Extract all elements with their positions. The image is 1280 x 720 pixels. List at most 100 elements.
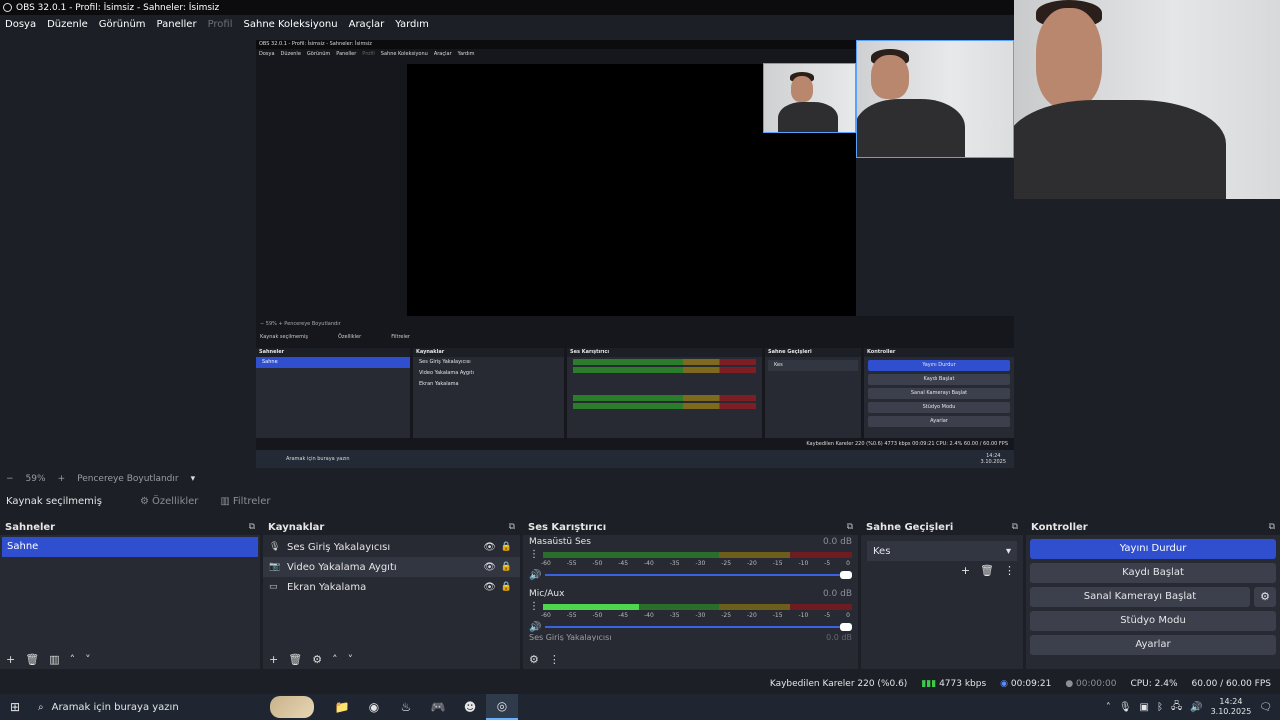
source-toolbar: Kaynak seçilmemiş ⚙ Özellikler ▥ Filtrel… (0, 489, 1280, 513)
stop-stream-button[interactable]: Yayını Durdur (1030, 539, 1276, 559)
mixer-menu-icon[interactable]: ⋮ (549, 653, 560, 666)
windows-start-icon[interactable]: ⊞ (0, 700, 30, 714)
menu-view[interactable]: Görünüm (99, 19, 146, 30)
zoom-in-button[interactable]: + (58, 474, 66, 484)
obs-taskbar-icon[interactable]: ◎ (486, 694, 518, 720)
cpu-usage: CPU: 2.4% (1130, 679, 1178, 689)
mixer-channel-mic: Mic/Aux 0.0 dB ⋮ -60 -55 -50 -45 -40 -35 -30 -2… (529, 587, 852, 633)
meter-ticks: -60 -55 -50 -45 -40 -35 -30 -25 -20 -15 -10 -5 0 (541, 560, 850, 567)
stream-time: ◉ 00:09:21 (1000, 679, 1052, 689)
mixer-title: Ses Karıştırıcı (528, 521, 607, 533)
chevron-down-icon[interactable]: ▾ (191, 474, 196, 484)
nvidia-icon[interactable]: ▣ (1140, 702, 1149, 713)
source-item[interactable]: ▭ Ekran Yakalama 👁 🔒 (263, 577, 520, 597)
filters-button[interactable]: ▥ Filtreler (220, 496, 270, 507)
tray-expand-icon[interactable]: ˄ (1106, 702, 1111, 713)
move-up-icon[interactable]: ˄ (70, 653, 76, 666)
taskbar-clock[interactable]: 14:24 3.10.2025 (1211, 697, 1252, 717)
search-highlight-art (270, 696, 314, 718)
eye-icon[interactable]: 👁 (483, 582, 496, 593)
studio-mode-button[interactable]: Stüdyo Modu (1030, 611, 1276, 631)
lock-icon[interactable]: 🔒 (501, 542, 512, 552)
trash-icon[interactable]: 🗑 (25, 653, 39, 666)
undock-icon[interactable]: ⧉ (1012, 522, 1018, 532)
source-item[interactable]: 📷 Video Yakalama Aygıtı 👁 🔒 (263, 557, 520, 577)
nested-menu-item: Profil (362, 51, 375, 57)
transitions-title: Sahne Geçişleri (866, 521, 954, 533)
menu-file[interactable]: Dosya (5, 19, 36, 30)
gear-icon[interactable]: ⚙ (1254, 587, 1276, 607)
settings-button[interactable]: Ayarlar (1030, 635, 1276, 655)
virtual-cam-row: Sanal Kamerayı Başlat ⚙ (1030, 587, 1276, 607)
menu-tools[interactable]: Araçlar (349, 19, 385, 30)
bluetooth-icon[interactable]: ᛒ (1157, 702, 1163, 713)
mixer-toolbar: ⚙ ⋮ (523, 649, 858, 669)
mixer-settings-icon[interactable]: ⚙ (529, 653, 539, 666)
menu-scene-collection[interactable]: Sahne Koleksiyonu (244, 19, 338, 30)
filter-icon[interactable]: ▥ (49, 653, 59, 666)
trash-icon[interactable]: 🗑 (980, 564, 994, 577)
notifications-icon[interactable]: 🗨 (1259, 702, 1272, 713)
channel-db: 0.0 dB (822, 589, 852, 599)
transition-dropdown[interactable]: Kes ▾ (867, 541, 1017, 561)
chrome-icon[interactable]: ◉ (358, 694, 390, 720)
eye-icon[interactable]: 👁 (483, 562, 496, 573)
eye-icon[interactable]: 👁 (483, 542, 496, 553)
lock-icon[interactable]: 🔒 (501, 562, 512, 572)
trash-icon[interactable]: 🗑 (288, 653, 302, 666)
source-label: Ses Giriş Yakalayıcısı (287, 541, 391, 553)
add-icon[interactable]: + (269, 653, 278, 666)
broadcast-icon: ◉ (1000, 679, 1009, 689)
menu-profile: Profil (207, 18, 233, 30)
lock-icon[interactable]: 🔒 (501, 582, 512, 592)
gear-icon[interactable]: ⚙ (312, 653, 322, 666)
undock-icon[interactable]: ⧉ (249, 522, 255, 532)
start-recording-button[interactable]: Kaydı Başlat (1030, 563, 1276, 583)
game-app-icon[interactable]: 🎮 (422, 694, 454, 720)
properties-button[interactable]: ⚙ Özellikler (140, 496, 198, 507)
webcam-preview-large (1014, 0, 1280, 199)
mixer-channel-partial: Ses Giriş Yakalayıcısı 0.0 dB (529, 633, 852, 641)
undock-icon[interactable]: ⧉ (509, 522, 515, 532)
preview-zoom-row: − 59% + Pencereye Boyutlandır ▾ (0, 472, 195, 486)
more-icon[interactable]: ⋮ (1004, 564, 1015, 577)
add-icon[interactable]: + (961, 564, 970, 577)
network-icon[interactable]: 🖧 (1171, 699, 1182, 716)
filters-label: Filtreler (232, 495, 271, 507)
menu-docks[interactable]: Paneller (157, 19, 197, 30)
menu-edit[interactable]: Düzenle (47, 19, 88, 30)
steam-icon[interactable]: ♨ (390, 694, 422, 720)
zoom-out-button[interactable]: − (6, 474, 14, 484)
move-down-icon[interactable]: ˅ (348, 653, 354, 666)
channel-db: 0.0 dB (826, 633, 852, 641)
microphone-icon[interactable]: 🎙 (1119, 702, 1132, 713)
volume-slider[interactable] (545, 571, 852, 579)
mask-app-icon[interactable]: ☻ (454, 694, 486, 720)
move-down-icon[interactable]: ˅ (85, 653, 91, 666)
signal-icon: ▮▮▮ (921, 679, 937, 689)
nested-menu-item: Araçlar (433, 51, 452, 57)
webcam-preview-medium (856, 40, 1014, 158)
channel-menu-icon[interactable]: ⋮ (529, 601, 539, 612)
nested-menu-item: Görünüm (306, 51, 331, 57)
start-virtual-cam-button[interactable]: Sanal Kamerayı Başlat (1030, 587, 1250, 607)
add-icon[interactable]: + (6, 653, 15, 666)
menu-help[interactable]: Yardım (395, 19, 429, 30)
webcam-preview-small (763, 63, 856, 133)
nested-sources-dock: Kaynaklar Ses Giriş Yakalayıcısı Video Y… (413, 348, 564, 438)
controls-dock: Kontroller ⧉ Yayını Durdur Kaydı Başlat … (1026, 519, 1280, 669)
channel-menu-icon[interactable]: ⋮ (529, 549, 539, 560)
taskbar-search[interactable]: ⌕ Aramak için buraya yazın (30, 694, 266, 720)
transitions-header: Sahne Geçişleri ⧉ (861, 519, 1023, 535)
volume-slider[interactable] (545, 623, 852, 631)
move-up-icon[interactable]: ˄ (332, 653, 338, 666)
source-item[interactable]: 🎙 Ses Giriş Yakalayıcısı 👁 🔒 (263, 537, 520, 557)
nested-menu-item: Yardım (457, 51, 475, 57)
file-explorer-icon[interactable]: 📁 (326, 694, 358, 720)
undock-icon[interactable]: ⧉ (847, 522, 853, 532)
speaker-icon[interactable]: 🔊 (529, 622, 541, 633)
volume-icon[interactable]: 🔊 (1190, 702, 1202, 713)
scene-item[interactable]: Sahne (2, 537, 258, 557)
speaker-icon[interactable]: 🔊 (529, 570, 541, 581)
undock-icon[interactable]: ⧉ (1269, 522, 1275, 532)
